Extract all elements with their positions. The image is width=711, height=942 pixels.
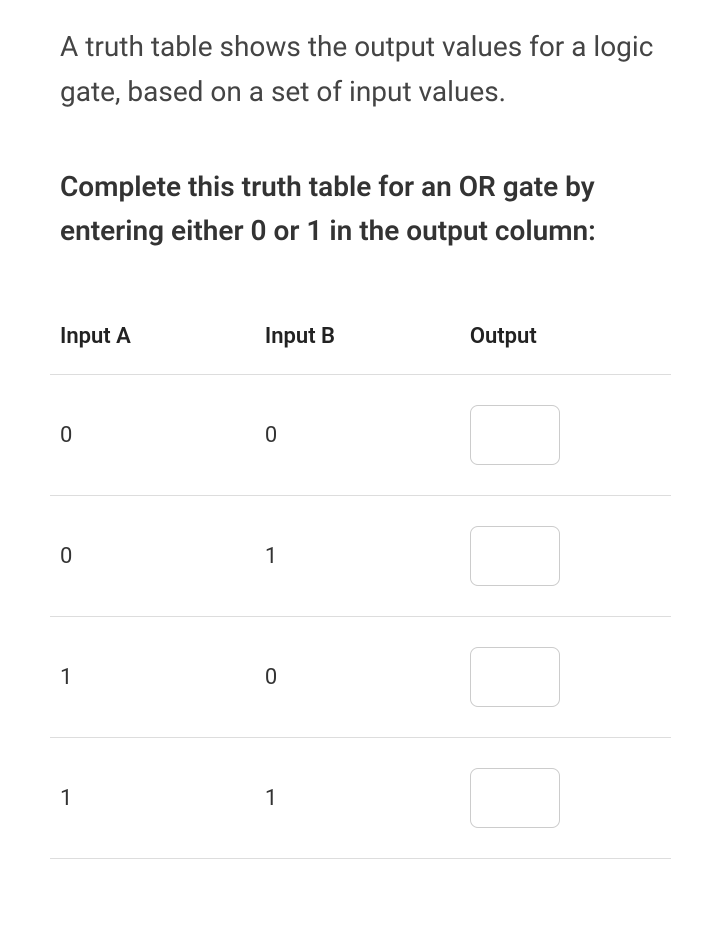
cell-output [460, 375, 671, 496]
cell-input-b: 1 [255, 496, 460, 617]
cell-input-a: 1 [50, 617, 255, 738]
cell-output [460, 496, 671, 617]
cell-output [460, 738, 671, 859]
cell-input-b: 0 [255, 617, 460, 738]
instruction-paragraph: Complete this truth table for an OR gate… [60, 165, 681, 255]
cell-input-b: 0 [255, 375, 460, 496]
header-input-b: Input B [255, 324, 460, 375]
header-input-a: Input A [50, 324, 255, 375]
table-row: 1 1 [50, 738, 671, 859]
cell-input-a: 0 [50, 375, 255, 496]
table-row: 0 1 [50, 496, 671, 617]
cell-input-a: 1 [50, 738, 255, 859]
cell-input-b: 1 [255, 738, 460, 859]
header-output: Output [460, 324, 671, 375]
cell-output [460, 617, 671, 738]
output-input-row-1[interactable] [470, 526, 560, 586]
cell-input-a: 0 [50, 496, 255, 617]
intro-paragraph: A truth table shows the output values fo… [60, 25, 681, 115]
truth-table: Input A Input B Output 0 0 0 1 1 0 [50, 324, 671, 859]
output-input-row-3[interactable] [470, 768, 560, 828]
output-input-row-2[interactable] [470, 647, 560, 707]
table-header-row: Input A Input B Output [50, 324, 671, 375]
table-row: 1 0 [50, 617, 671, 738]
table-row: 0 0 [50, 375, 671, 496]
output-input-row-0[interactable] [470, 405, 560, 465]
